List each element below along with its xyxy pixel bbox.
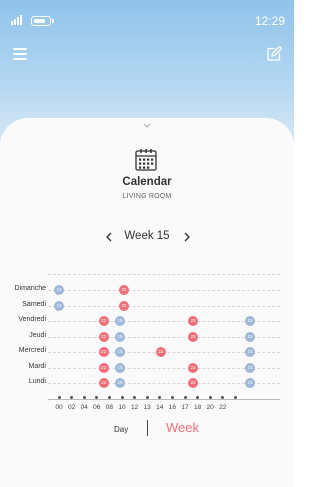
- edit-pencil-icon[interactable]: [266, 46, 282, 62]
- temperature-marker[interactable]: 15: [54, 285, 64, 295]
- temperature-marker[interactable]: 15: [245, 378, 255, 388]
- card-title: Calendar: [122, 176, 172, 188]
- chevron-right-icon[interactable]: [179, 229, 195, 245]
- temperature-marker[interactable]: 15: [245, 362, 255, 373]
- temperature-marker[interactable]: 22: [188, 362, 199, 373]
- day-label: Mardi: [28, 362, 46, 370]
- temperature-marker[interactable]: 15: [114, 316, 125, 326]
- temperature-marker[interactable]: 22: [98, 362, 109, 373]
- hour-tick-label: 22: [219, 404, 227, 411]
- temperature-marker[interactable]: 15: [114, 378, 125, 388]
- chevron-down-icon[interactable]: [140, 122, 154, 130]
- temperature-marker[interactable]: 22: [98, 316, 109, 326]
- temperature-marker[interactable]: 15: [114, 362, 125, 373]
- tab-divider: [147, 420, 148, 436]
- hour-tick: [233, 396, 237, 399]
- hour-tick: [170, 396, 174, 399]
- temperature-marker[interactable]: 22: [98, 378, 109, 388]
- day-label: Lundi: [28, 378, 46, 385]
- day-label: Samedi: [22, 300, 46, 308]
- temperature-marker[interactable]: 15: [245, 331, 255, 342]
- temperature-marker[interactable]: 22: [98, 331, 109, 342]
- calendar-icon: [135, 149, 157, 171]
- app-screen: 12:29 Calendar LIVING ROOM Week 15 Day W…: [0, 0, 294, 487]
- status-time: 12:29: [254, 14, 285, 28]
- room-subtitle: LIVING ROOM: [122, 193, 172, 200]
- day-row-line: [48, 290, 280, 291]
- temperature-marker[interactable]: 22: [119, 300, 130, 311]
- day-label: Jeudi: [29, 331, 46, 339]
- hour-axis: [48, 399, 280, 400]
- battery-icon: [31, 16, 54, 26]
- temperature-marker[interactable]: 22: [188, 331, 199, 342]
- temperature-marker[interactable]: 15: [114, 331, 125, 342]
- day-label: Dimanche: [14, 285, 46, 292]
- temperature-marker[interactable]: 15: [245, 316, 255, 326]
- signal-icon: [11, 15, 25, 25]
- temperature-marker[interactable]: 15: [245, 347, 255, 357]
- week-navigator: Week 15: [0, 229, 294, 245]
- temperature-marker[interactable]: 15: [114, 347, 125, 357]
- status-bar: 12:29: [0, 0, 294, 44]
- day-label: Vendredi: [18, 316, 46, 323]
- hour-tick: [183, 396, 187, 399]
- temperature-marker[interactable]: 22: [119, 285, 130, 295]
- hour-tick: [57, 396, 61, 399]
- tab-week[interactable]: Week: [166, 420, 199, 435]
- hour-tick: [82, 396, 86, 399]
- hour-tick: [107, 396, 111, 399]
- temperature-marker[interactable]: 22: [98, 347, 109, 357]
- hour-tick: [145, 396, 149, 399]
- day-label: Mercredi: [18, 347, 46, 354]
- day-row-line: [48, 305, 280, 307]
- hour-tick: [208, 396, 212, 399]
- schedule-top-line: [48, 274, 280, 275]
- temperature-marker[interactable]: 15: [54, 300, 64, 311]
- tab-day[interactable]: Day: [114, 425, 128, 434]
- hour-tick: [120, 396, 124, 399]
- week-label: Week 15: [124, 230, 170, 242]
- hamburger-menu-icon[interactable]: [13, 48, 27, 60]
- temperature-marker[interactable]: 22: [155, 347, 166, 357]
